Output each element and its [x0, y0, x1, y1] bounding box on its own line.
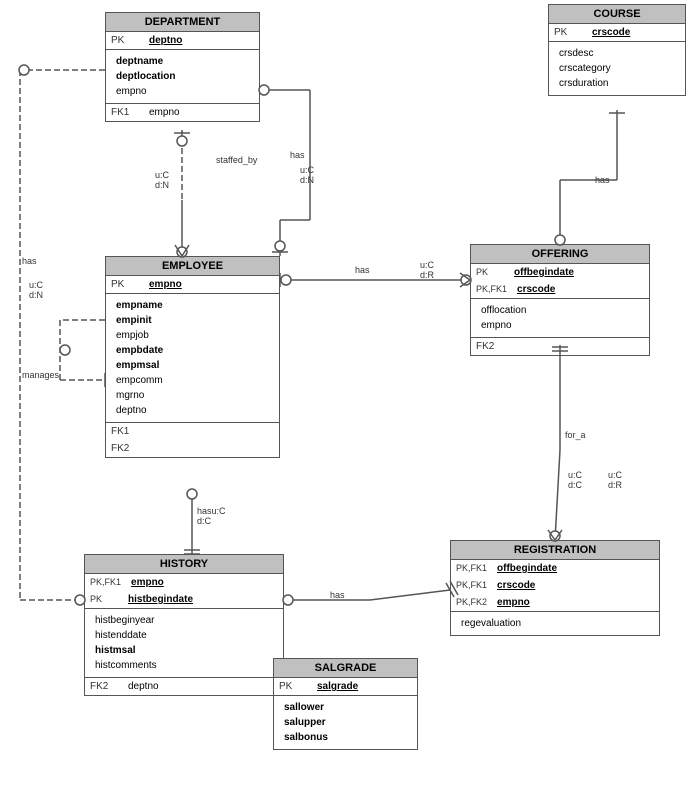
- label-uc-dn2: u:Cd:N: [155, 170, 169, 190]
- offering-header: OFFERING: [471, 245, 649, 264]
- dept-pk-label: PK: [106, 32, 144, 49]
- dept-attr-empno: empno: [116, 84, 254, 99]
- label-uc-dn3: u:Cd:N: [29, 280, 43, 300]
- entity-history: HISTORY PK,FK1 empno PK histbegindate hi…: [84, 554, 284, 696]
- reg-pk-label2: PK,FK1: [451, 577, 492, 594]
- offering-fk2-field: [509, 338, 519, 355]
- emp-pk-field: empno: [144, 276, 187, 293]
- emp-attr-mgrno: mgrno: [116, 388, 274, 403]
- salgrade-attr-salupper: salupper: [284, 715, 412, 730]
- course-pk-label: PK: [549, 24, 587, 41]
- label-hasu-c: hasu:Cd:C: [197, 506, 226, 526]
- emp-pk-label: PK: [106, 276, 144, 293]
- department-header: DEPARTMENT: [106, 13, 259, 32]
- emp-fk1-label: FK1: [106, 423, 144, 440]
- entity-registration: REGISTRATION PK,FK1 offbegindate PK,FK1 …: [450, 540, 660, 636]
- salgrade-pk-label: PK: [274, 678, 312, 695]
- history-fk2-label: FK2: [85, 678, 123, 695]
- offering-pk-field2: crscode: [512, 281, 560, 298]
- label-uc-dr-reg: u:Cd:R: [608, 470, 622, 490]
- course-attr-crscategory: crscategory: [559, 61, 680, 76]
- emp-fk2-field: [144, 440, 154, 457]
- offering-attr-empno: empno: [481, 318, 644, 333]
- course-header: COURSE: [549, 5, 685, 24]
- emp-attr-empinit: empinit: [116, 313, 274, 328]
- reg-pk-field1: offbegindate: [492, 560, 562, 577]
- reg-pk-field2: crscode: [492, 577, 540, 594]
- emp-fk1-field: [144, 423, 154, 440]
- history-pk-label2: PK: [85, 591, 123, 608]
- course-attr-crsdesc: crsdesc: [559, 46, 680, 61]
- offering-pk-field1: offbegindate: [509, 264, 579, 281]
- reg-pk-field3: empno: [492, 594, 535, 611]
- dept-attr-deptlocation: deptlocation: [116, 69, 254, 84]
- history-header: HISTORY: [85, 555, 283, 574]
- label-has4: has: [330, 590, 345, 600]
- label-has-left: has: [22, 256, 37, 266]
- salgrade-header: SALGRADE: [274, 659, 417, 678]
- label-uc-dc-off: u:Cd:C: [568, 470, 582, 490]
- reg-pk-label3: PK,FK2: [451, 594, 492, 611]
- offering-pk-label1: PK: [471, 264, 509, 281]
- dept-fk1-field: empno: [144, 104, 185, 121]
- history-pk-label1: PK,FK1: [85, 574, 126, 591]
- reg-attr-regevaluation: regevaluation: [461, 616, 654, 631]
- label-uc-dn1: u:Cd:N: [300, 165, 314, 185]
- history-pk-field2: histbegindate: [123, 591, 198, 608]
- dept-pk-field: deptno: [144, 32, 187, 49]
- emp-attr-deptno: deptno: [116, 403, 274, 418]
- emp-fk2-label: FK2: [106, 440, 144, 457]
- offering-attr-offlocation: offlocation: [481, 303, 644, 318]
- history-attr-histmsal: histmsal: [95, 643, 278, 658]
- history-attr-histbeginyear: histbeginyear: [95, 613, 278, 628]
- label-has3: has: [595, 175, 610, 185]
- dept-attr-deptname: deptname: [116, 54, 254, 69]
- entity-course: COURSE PK crscode crsdesc crscategory cr…: [548, 4, 686, 96]
- entity-department: DEPARTMENT PK deptno deptname deptlocati…: [105, 12, 260, 122]
- history-attr-histcomments: histcomments: [95, 658, 278, 673]
- salgrade-attr-sallower: sallower: [284, 700, 412, 715]
- course-pk-field: crscode: [587, 24, 635, 41]
- label-has1: has: [290, 150, 305, 160]
- dept-fk1-label: FK1: [106, 104, 144, 121]
- reg-pk-label1: PK,FK1: [451, 560, 492, 577]
- salgrade-pk-field: salgrade: [312, 678, 363, 695]
- history-attr-histenddate: histenddate: [95, 628, 278, 643]
- label-for-a: for_a: [565, 430, 586, 440]
- history-fk2-field: deptno: [123, 678, 164, 695]
- history-pk-field1: empno: [126, 574, 169, 591]
- entity-offering: OFFERING PK offbegindate PK,FK1 crscode …: [470, 244, 650, 356]
- label-staffed-by: staffed_by: [216, 155, 257, 165]
- entity-employee: EMPLOYEE PK empno empname empinit empjob…: [105, 256, 280, 458]
- emp-attr-empcomm: empcomm: [116, 373, 274, 388]
- salgrade-attr-salbonus: salbonus: [284, 730, 412, 745]
- registration-header: REGISTRATION: [451, 541, 659, 560]
- course-attr-crsduration: crsduration: [559, 76, 680, 91]
- label-uc-dr-offering: u:Cd:R: [420, 260, 434, 280]
- emp-attr-empmsal: empmsal: [116, 358, 274, 373]
- employee-header: EMPLOYEE: [106, 257, 279, 276]
- offering-fk2-label: FK2: [471, 338, 509, 355]
- label-manages: manages: [22, 370, 59, 380]
- emp-attr-empjob: empjob: [116, 328, 274, 343]
- emp-attr-empbdate: empbdate: [116, 343, 274, 358]
- entity-salgrade: SALGRADE PK salgrade sallower salupper s…: [273, 658, 418, 750]
- offering-pk-label2: PK,FK1: [471, 281, 512, 298]
- label-has2: has: [355, 265, 370, 275]
- emp-attr-empname: empname: [116, 298, 274, 313]
- diagram-container: COURSE PK crscode crsdesc crscategory cr…: [0, 0, 690, 803]
